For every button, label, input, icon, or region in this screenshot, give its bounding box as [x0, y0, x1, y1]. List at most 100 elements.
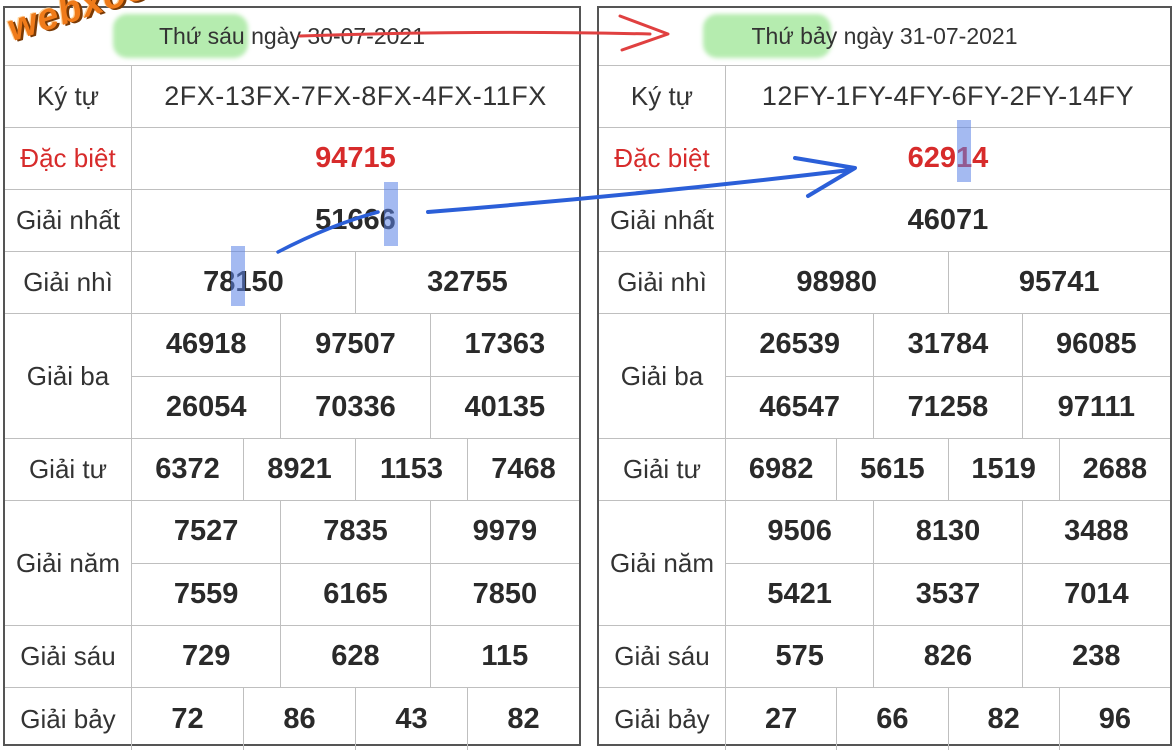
prize-value: 17363 — [429, 314, 579, 376]
prize-value: 66 — [836, 688, 947, 750]
prize-value: 575 — [775, 640, 824, 672]
first-prize-value: 51666 — [315, 204, 396, 236]
row-giai-nhi: Giải nhì 98980 95741 — [599, 252, 1170, 314]
prize-value: 5615 — [836, 439, 947, 500]
row-label: Giải bảy — [5, 688, 132, 750]
prize-value: 70336 — [280, 376, 429, 438]
prize-value: 6372 — [155, 453, 220, 485]
prize-value: 46918 — [165, 328, 247, 361]
prize-value: 82 — [467, 688, 579, 750]
row-dac-biet: Đặc biệt 62914 — [599, 128, 1170, 190]
row-giai-nam: Giải năm 7527 7835 9979 7559 6165 7850 — [5, 501, 579, 626]
prize-value: 27 — [764, 702, 798, 735]
prize-value: 1519 — [947, 439, 1059, 500]
row-label: Giải tư — [599, 439, 726, 500]
row-giai-sau: Giải sáu 729 628 115 — [5, 626, 579, 688]
prize-value: 97507 — [280, 314, 429, 376]
prize-value: 96085 — [1021, 314, 1170, 376]
row-label: Giải ba — [599, 314, 726, 438]
row-giai-nhi: Giải nhì 78150 32755 — [5, 252, 579, 314]
digit-highlight-marker — [384, 182, 398, 246]
weekday-label: Thứ sáu — [158, 23, 245, 49]
prize-value: 3488 — [1021, 501, 1170, 563]
results-table-right: Thứ bảy ngày 31-07-2021 Ký tự 12FY-1FY-4… — [597, 6, 1172, 750]
row-label: Giải nhì — [599, 252, 726, 313]
prize-value: 628 — [280, 626, 429, 687]
row-label: Giải năm — [599, 501, 726, 625]
prize-value: 3537 — [873, 563, 1021, 625]
prize-value: 1153 — [355, 439, 467, 500]
date-label: ngày 30-07-2021 — [244, 23, 426, 49]
prize-value: 71258 — [873, 376, 1021, 438]
special-prize-value: 94715 — [315, 142, 396, 174]
prize-value: 82 — [947, 688, 1059, 750]
prize-value: 7527 — [173, 515, 239, 548]
special-prize-value: 62914 — [907, 142, 989, 174]
prize-value: 98980 — [796, 266, 878, 298]
prize-value: 31784 — [873, 314, 1021, 376]
results-table-left: Thứ sáu ngày 30-07-2021 Ký tự 2FX-13FX-7… — [3, 6, 581, 750]
row-ky-tu: Ký tự 12FY-1FY-4FY-6FY-2FY-14FY — [599, 66, 1170, 128]
row-giai-nhat: Giải nhất 51666 — [5, 190, 579, 252]
row-dac-biet: Đặc biệt 94715 — [5, 128, 579, 190]
prize-value: 826 — [873, 626, 1021, 687]
weekday-label: Thứ bảy — [751, 23, 838, 49]
prize-value: 9506 — [767, 515, 832, 548]
prize-value: 72 — [171, 702, 204, 735]
prize-value: 96 — [1058, 688, 1170, 750]
prize-value: 32755 — [355, 252, 579, 313]
digit-highlight-marker — [231, 246, 245, 306]
row-label: Giải năm — [5, 501, 132, 625]
row-giai-tu: Giải tư 6982 5615 1519 2688 — [599, 439, 1170, 501]
row-label: Giải tư — [5, 439, 132, 500]
prize-value: 115 — [429, 626, 579, 687]
row-label: Giải ba — [5, 314, 132, 438]
row-giai-nam: Giải năm 9506 8130 3488 5421 3537 7014 — [599, 501, 1170, 626]
prize-value: 8921 — [243, 439, 355, 500]
row-giai-tu: Giải tư 6372 8921 1153 7468 — [5, 439, 579, 501]
row-giai-nhat: Giải nhất 46071 — [599, 190, 1170, 252]
prize-value: 7559 — [173, 577, 239, 610]
row-label: Giải nhất — [5, 190, 132, 251]
prize-value: 9979 — [429, 501, 579, 563]
prize-value: 7850 — [429, 563, 579, 625]
prize-value: 2688 — [1058, 439, 1170, 500]
prize-value: 8130 — [873, 501, 1021, 563]
prize-value: 238 — [1021, 626, 1170, 687]
row-label: Đặc biệt — [599, 128, 726, 189]
ky-tu-value: 2FX-13FX-7FX-8FX-4FX-11FX — [164, 81, 547, 111]
first-prize-value: 46071 — [907, 204, 989, 236]
prize-value: 5421 — [767, 577, 832, 610]
row-giai-sau: Giải sáu 575 826 238 — [599, 626, 1170, 688]
prize-value: 26054 — [165, 390, 247, 423]
prize-value: 6165 — [280, 563, 429, 625]
row-giai-ba: Giải ba 46918 97507 17363 26054 70336 40… — [5, 314, 579, 439]
prize-value: 7014 — [1021, 563, 1170, 625]
row-label: Giải sáu — [5, 626, 132, 687]
prize-value: 6982 — [748, 453, 814, 485]
prize-value: 97111 — [1021, 376, 1170, 438]
prize-value: 26539 — [759, 328, 840, 361]
prize-value: 729 — [181, 640, 231, 672]
prize-value: 40135 — [429, 376, 579, 438]
row-giai-bay: Giải bảy 27 66 82 96 — [599, 688, 1170, 750]
prize-value: 7835 — [280, 501, 429, 563]
prize-value: 95741 — [947, 252, 1171, 313]
row-label: Giải nhất — [599, 190, 726, 251]
row-label: Ký tự — [599, 66, 726, 127]
digit-highlight-marker — [957, 120, 971, 182]
prize-value: 7468 — [467, 439, 579, 500]
date-header-right: Thứ bảy ngày 31-07-2021 — [599, 8, 1170, 66]
date-label: ngày 31-07-2021 — [837, 23, 1018, 49]
row-giai-bay: Giải bảy 72 86 43 82 — [5, 688, 579, 750]
row-giai-ba: Giải ba 26539 31784 96085 46547 71258 97… — [599, 314, 1170, 439]
row-label: Giải sáu — [599, 626, 726, 687]
row-label: Giải bảy — [599, 688, 726, 750]
ky-tu-value: 12FY-1FY-4FY-6FY-2FY-14FY — [761, 81, 1135, 111]
row-label: Ký tự — [5, 66, 132, 127]
prize-value: 86 — [243, 688, 355, 750]
row-label: Giải nhì — [5, 252, 132, 313]
row-ky-tu: Ký tự 2FX-13FX-7FX-8FX-4FX-11FX — [5, 66, 579, 128]
prize-value: 46547 — [759, 390, 840, 423]
prize-value: 43 — [355, 688, 467, 750]
